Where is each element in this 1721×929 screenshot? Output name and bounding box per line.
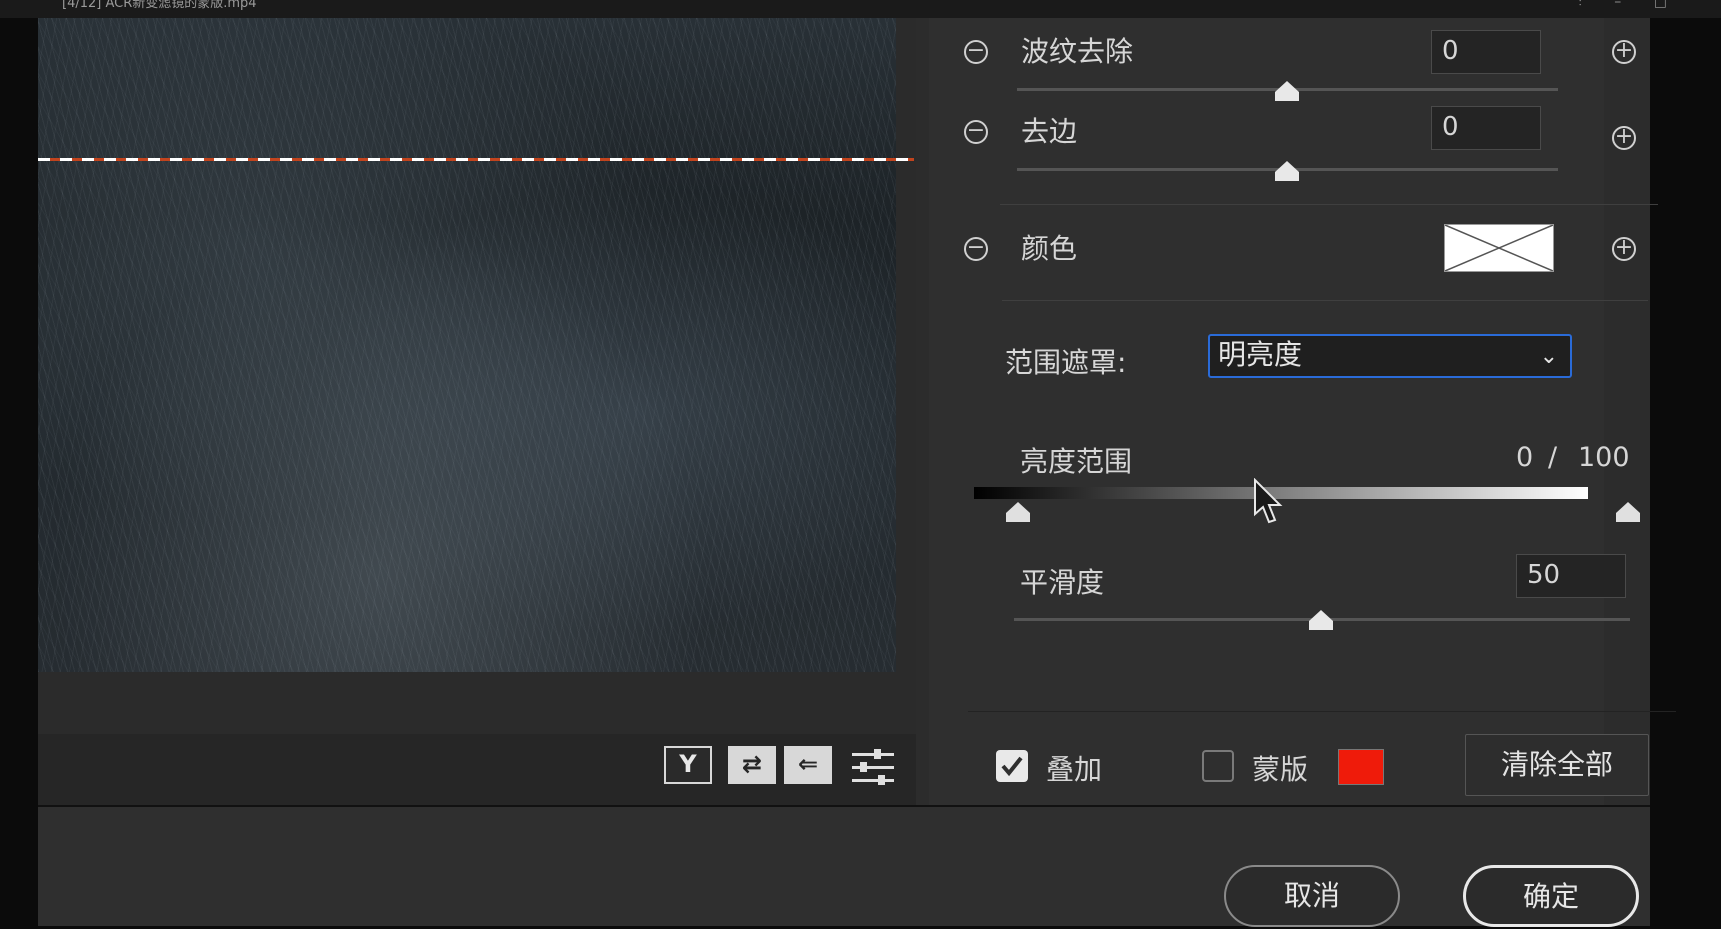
window-title: [4/12] ACR新变滤镜的蒙版.mp4 bbox=[62, 0, 257, 11]
color-minus-icon[interactable]: − bbox=[964, 237, 988, 261]
overlay-checkbox[interactable] bbox=[996, 750, 1028, 782]
defringe-plus-icon[interactable]: + bbox=[1612, 126, 1636, 150]
range-mask-label: 范围遮罩: bbox=[1005, 346, 1127, 379]
cancel-button[interactable]: 取消 bbox=[1224, 865, 1400, 927]
moire-plus-icon[interactable]: + bbox=[1612, 40, 1636, 64]
moire-minus-icon[interactable]: − bbox=[964, 40, 988, 64]
luminance-high-thumb[interactable] bbox=[1616, 502, 1640, 522]
range-mask-dropdown[interactable]: 明亮度 ⌄ bbox=[1208, 334, 1572, 378]
luminance-range-low: 0 bbox=[1516, 442, 1534, 473]
mask-color-swatch[interactable] bbox=[1338, 749, 1384, 785]
gradient-filter-guide-line[interactable] bbox=[38, 158, 914, 161]
defringe-value-field[interactable]: 0 bbox=[1431, 106, 1541, 150]
luminance-range-high: 100 bbox=[1578, 442, 1630, 473]
divider bbox=[1000, 204, 1658, 205]
luminance-range-label: 亮度范围 bbox=[1020, 445, 1133, 478]
mask-checkbox[interactable] bbox=[1202, 750, 1234, 782]
preview-area: Y ⇄ ⇐ bbox=[38, 18, 916, 805]
smoothness-slider-thumb[interactable] bbox=[1309, 610, 1333, 630]
preview-image[interactable] bbox=[38, 18, 896, 672]
moire-label: 波纹去除 bbox=[1021, 35, 1134, 68]
divider bbox=[1002, 300, 1648, 301]
ok-button[interactable]: 确定 bbox=[1463, 865, 1639, 927]
toggle-settings-icon[interactable] bbox=[850, 749, 896, 787]
window-titlebar: [4/12] ACR新变滤镜的蒙版.mp4 ⫶ – □ bbox=[0, 0, 1721, 18]
divider bbox=[968, 711, 1676, 712]
overlay-label: 叠加 bbox=[1046, 753, 1103, 786]
mouse-cursor-icon bbox=[1253, 477, 1283, 528]
smoothness-value-field[interactable]: 50 bbox=[1516, 554, 1626, 598]
defringe-minus-icon[interactable]: − bbox=[964, 120, 988, 144]
moire-value-field[interactable]: 0 bbox=[1431, 30, 1541, 74]
color-plus-icon[interactable]: + bbox=[1612, 237, 1636, 261]
window-controls[interactable]: ⫶ – □ bbox=[1578, 0, 1681, 9]
color-label: 颜色 bbox=[1021, 232, 1078, 265]
swap-before-after-button[interactable]: ⇄ bbox=[728, 746, 776, 784]
luminance-low-thumb[interactable] bbox=[1006, 502, 1030, 522]
mask-label: 蒙版 bbox=[1252, 753, 1309, 786]
enhance-dialog: Y ⇄ ⇐ − 波纹去除 0 + − 去边 0 + − 颜色 + 范围遮罩: 明… bbox=[38, 18, 1676, 927]
copy-settings-button[interactable]: ⇐ bbox=[784, 746, 832, 784]
dialog-footer bbox=[38, 805, 1650, 926]
color-swatch[interactable] bbox=[1444, 224, 1554, 272]
range-mask-selected: 明亮度 bbox=[1218, 338, 1303, 371]
defringe-slider-thumb[interactable] bbox=[1275, 161, 1299, 181]
y-compare-button[interactable]: Y bbox=[664, 746, 712, 784]
luminance-range-separator: / bbox=[1548, 442, 1558, 473]
chevron-down-icon: ⌄ bbox=[1539, 344, 1558, 369]
smoothness-label: 平滑度 bbox=[1020, 566, 1105, 599]
clear-all-button[interactable]: 清除全部 bbox=[1465, 734, 1649, 796]
defringe-label: 去边 bbox=[1021, 115, 1078, 148]
moire-slider-thumb[interactable] bbox=[1275, 81, 1299, 101]
